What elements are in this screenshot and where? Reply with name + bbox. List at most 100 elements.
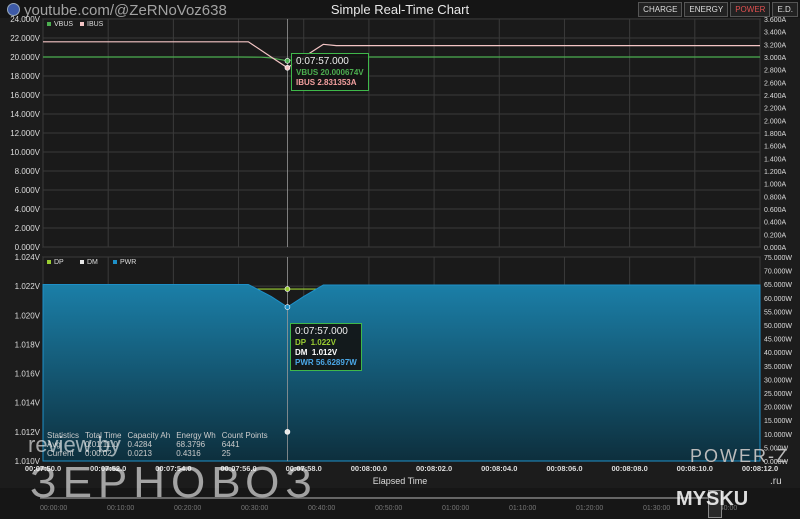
y-right-tick-label: 2.800A [764,68,787,75]
crosshair-marker [284,64,291,71]
tooltip-value: 1.022V [310,338,336,347]
y-tick-label: 6.000V [15,186,41,195]
stat-cell: 0.0213 [127,449,152,458]
tooltip-value: 20.000674V [320,68,364,77]
stat-header: Energy Wh [176,431,216,440]
y-right-tick-label: 70.000W [764,269,792,276]
y-right-tick-label: 1.600A [764,144,787,151]
brand-logo: POWER-Z [690,446,789,466]
overview-tick-label: 01:10:00 [509,505,537,512]
y-right-tick-label: 1.200A [764,169,787,176]
y-right-tick-label: 0.800A [764,194,787,201]
tooltip-value: 56.62897W [315,358,357,367]
tooltip-label: IBUS [296,78,316,87]
y-tick-label: 1.022V [15,282,41,291]
y-right-tick-label: 30.000W [764,377,792,384]
y-right-tick-label: 40.000W [764,350,792,357]
tooltip-bottom-chart: 0:07:57.000 DP 1.022V DM 1.012V PWR 56.6… [290,323,362,371]
y-right-tick-label: 10.000W [764,432,792,439]
overview-tick-label: 00:50:00 [375,505,403,512]
crosshair-marker [284,286,291,292]
y-right-tick-label: 45.000W [764,337,792,344]
tooltip-value: 2.831353A [317,78,357,87]
y-right-tick-label: 1.800A [764,131,787,138]
legend-label: DM [87,259,98,266]
y-tick-label: 4.000V [15,205,41,214]
y-right-tick-label: 65.000W [764,282,792,289]
y-right-tick-label: 0.600A [764,207,787,214]
crosshair-marker [284,57,291,64]
tooltip-top-chart: 0:07:57.000 VBUS 20.000674V IBUS 2.83135… [291,53,369,91]
y-tick-label: 14.000V [10,110,40,119]
y-tick-label: 10.000V [10,148,40,157]
x-tick-label: 00:08:08.0 [611,464,647,473]
y-tick-label: 1.016V [15,370,41,379]
overview-tick-label: 01:20:00 [576,505,604,512]
y-right-tick-label: 60.000W [764,296,792,303]
watermark-review: review by [28,432,121,457]
y-right-tick-label: 3.000A [764,55,787,62]
legend-swatch [47,22,51,26]
watermark-mysku: MYSKU [676,488,749,510]
overview-tick-label: 01:00:00 [442,505,470,512]
x-tick-label: 00:08:00.0 [351,464,387,473]
y-right-tick-label: 1.400A [764,156,787,163]
y-tick-label: 8.000V [15,167,41,176]
tooltip-label: DP [295,338,307,347]
legend-swatch [113,260,117,264]
y-right-tick-label: 2.600A [764,80,787,87]
stat-cell: 25 [221,449,231,458]
y-right-tick-label: 25.000W [764,391,792,398]
legend-swatch [80,260,84,264]
tooltip-label: VBUS [296,68,319,77]
y-right-tick-label: 55.000W [764,309,792,316]
y-tick-label: 1.014V [15,399,41,408]
y-tick-label: 18.000V [10,72,40,81]
tooltip-label: DM [295,348,308,357]
stat-cell: 6441 [221,440,240,449]
tooltip-time: 0:07:57.000 [296,56,349,67]
stat-cell: 68.3796 [176,440,206,449]
y-right-tick-label: 50.000W [764,323,792,330]
legend-label: PWR [120,259,136,266]
y-tick-label: 1.020V [15,311,41,320]
legend-swatch [80,22,84,26]
y-right-tick-label: 75.000W [764,255,792,262]
x-tick-label: 00:08:04.0 [481,464,517,473]
y-right-tick-label: 15.000W [764,418,792,425]
y-tick-label: 12.000V [10,129,40,138]
crosshair-marker [284,304,291,310]
y-right-tick-label: 0.000A [764,245,787,252]
y-tick-label: 16.000V [10,91,40,100]
y-right-tick-label: 3.200A [764,42,787,49]
stat-header: Count Points [221,431,268,440]
stat-cell: 0.4316 [176,449,201,458]
legend-label: DP [54,259,64,266]
charts-svg[interactable]: 0.000V 2.000V 4.000V 6.000V 8.000V 10.000V 12.… [0,0,800,488]
y-right-tick-label: 20.000W [764,405,792,412]
crosshair-marker [284,429,291,435]
y-right-tick-label: 3.600A [764,17,787,24]
y-right-tick-label: 2.400A [764,93,787,100]
tooltip-time: 0:07:57.000 [295,326,348,337]
y-tick-label: 20.000V [10,53,40,62]
y-right-tick-label: 1.000A [764,182,787,189]
y-tick-label: 22.000V [10,34,40,43]
y-tick-label: 0.000V [15,243,41,252]
x-tick-label: 00:08:02.0 [416,464,452,473]
legend-label: IBUS [87,21,104,28]
overview-tick-label: 01:30:00 [643,505,671,512]
stat-header: Capacity Ah [127,431,171,440]
y-right-tick-label: 35.000W [764,364,792,371]
stat-cell: 0.4284 [127,440,152,449]
y-tick-label: 1.024V [15,253,41,262]
legend-label: VBUS [54,21,73,28]
y-right-tick-label: 2.200A [764,106,787,113]
x-tick-label: 00:08:06.0 [546,464,582,473]
legend-swatch [47,260,51,264]
watermark-zernovoz: ЗЕРНОВОЗ [30,458,318,507]
tooltip-label: PWR [295,358,314,367]
tooltip-value: 1.012V [311,348,338,357]
y-tick-label: 24.000V [10,15,40,24]
y-tick-label: 2.000V [15,224,41,233]
